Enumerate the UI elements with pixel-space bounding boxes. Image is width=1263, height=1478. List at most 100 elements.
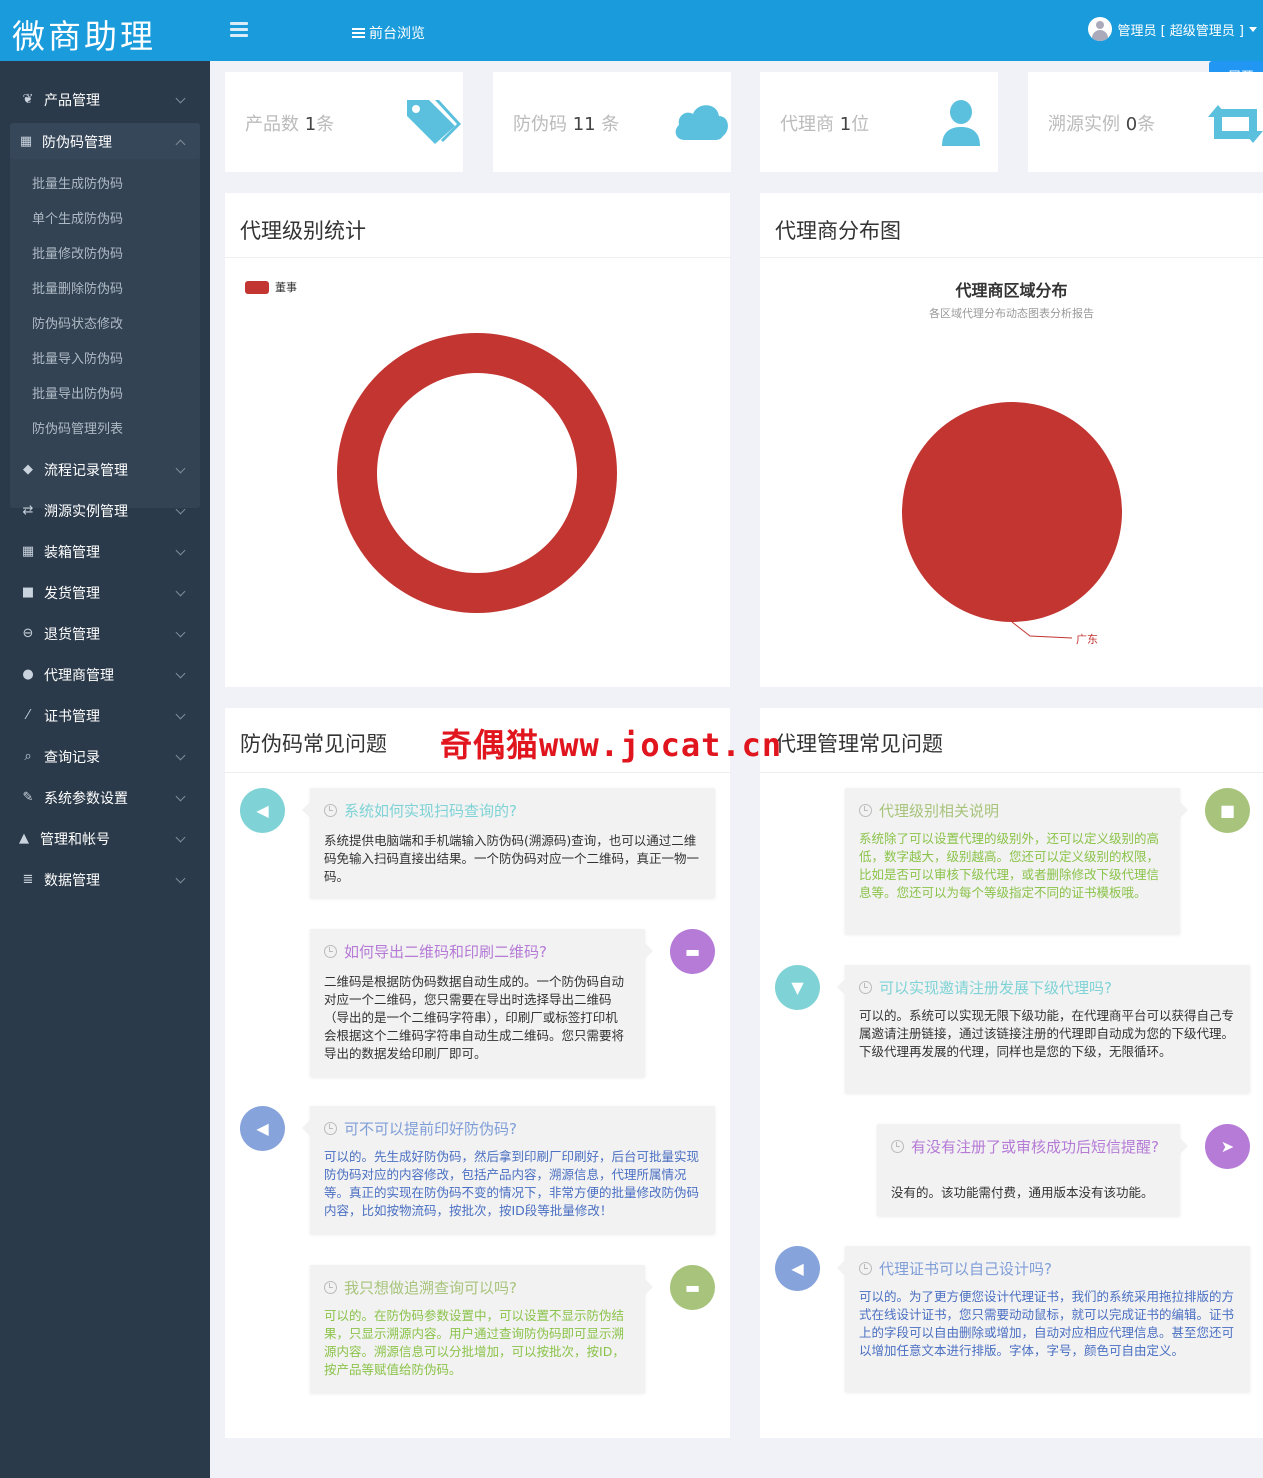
stat-text: 防伪码 11 条: [513, 110, 619, 136]
submenu-item[interactable]: 批量生成防伪码: [32, 173, 123, 192]
bubble-arrow: [645, 1279, 653, 1295]
sidebar-item-label: 流程记录管理: [44, 462, 128, 479]
submenu-item[interactable]: 防伪码状态修改: [32, 313, 123, 332]
brand-logo[interactable]: 微商助理: [12, 10, 156, 58]
sidebar-item-data[interactable]: ≣ 数据管理: [0, 859, 210, 900]
faq-answer: 可以的。在防伪码参数设置中，可以设置不显示防伪结果，只显示溯源内容。用户通过查询…: [324, 1308, 625, 1377]
stat-value: 11: [572, 114, 596, 135]
divider: [760, 772, 1263, 773]
faq-question: 可以实现邀请注册发展下级代理吗?: [859, 979, 1112, 997]
sidebar-item-query-log[interactable]: ⌕ 查询记录: [0, 736, 210, 777]
sidebar-item-anticounterfeit[interactable]: ▦ 防伪码管理: [0, 121, 210, 162]
clock-icon: [891, 1140, 904, 1153]
agent-level-panel: 代理级别统计 董事: [225, 193, 730, 687]
submenu-item[interactable]: 防伪码管理列表: [32, 418, 123, 437]
submenu-item[interactable]: 批量导出防伪码: [32, 383, 123, 402]
faq-question-text: 我只想做追溯查询可以吗?: [344, 1279, 517, 1297]
stat-label: 代理商: [780, 114, 834, 135]
faq-answer: 二维码是根据防伪码数据自动生成的。一个防伪码自动对应一个二维码，您只需要在导出时…: [324, 974, 625, 1061]
donut-chart[interactable]: [225, 193, 730, 687]
faq-item[interactable]: 有没有注册了或审核成功后短信提醒? 没有的。该功能需付费，通用版本没有该功能。: [877, 1124, 1188, 1216]
stat-label: 产品数: [245, 114, 299, 135]
sidebar-item-label: 数据管理: [44, 872, 100, 889]
book-icon: ▬: [670, 929, 715, 974]
clock-icon: [859, 804, 872, 817]
ticket-icon: ■: [1205, 788, 1250, 833]
chevron-down-icon: [175, 463, 186, 474]
sidebar-item-certificates[interactable]: ⁄ 证书管理: [0, 695, 210, 736]
sidebar-item-label: 查询记录: [44, 749, 100, 766]
rocket-icon: ➤: [1205, 1124, 1250, 1169]
sidebar-item-accounts[interactable]: ▲ 管理和帐号: [0, 818, 210, 859]
sidebar-item-label: 溯源实例管理: [44, 503, 128, 520]
faq-question: 我只想做追溯查询可以吗?: [324, 1279, 517, 1297]
pie-slice[interactable]: [337, 333, 617, 613]
sidebar-item-agents[interactable]: ● 代理商管理: [0, 654, 210, 695]
faq-answer: 可以的。先生成好防伪码，然后拿到印刷厂印刷好，后台可批量实现防伪码对应的内容修改…: [324, 1149, 700, 1218]
chevron-down-icon: [175, 750, 186, 761]
chevron-up-icon: [175, 139, 186, 150]
grid-icon: ▦: [21, 544, 35, 559]
faq-item[interactable]: 可不可以提前印好防伪码? 可以的。先生成好防伪码，然后拿到印刷厂印刷好，后台可批…: [302, 1106, 715, 1234]
chevron-down-icon: [175, 832, 186, 843]
faq-answer: 系统提供电脑端和手机端输入防伪码(溯源码)查询，也可以通过二维码免输入扫码直接出…: [324, 833, 700, 884]
stat-card-products[interactable]: 产品数 1条: [225, 72, 463, 172]
clock-icon: [324, 804, 337, 817]
stat-card-codes[interactable]: 防伪码 11 条: [493, 72, 731, 172]
stat-text: 溯源实例 0条: [1048, 110, 1155, 136]
sidebar-item-trace[interactable]: ⇄ 溯源实例管理: [0, 490, 210, 531]
watermark-text: 奇偶猫www.jocat.cn: [440, 726, 783, 764]
stat-text: 产品数 1条: [245, 110, 334, 136]
stat-label: 防伪码: [513, 114, 567, 135]
faq-answer: 系统除了可以设置代理的级别外，还可以定义级别的高低，数字越大，级别越高。您还可以…: [859, 831, 1160, 900]
caret-down-icon: [1249, 26, 1257, 32]
faq-item[interactable]: 代理证书可以自己设计吗? 可以的。为了更方便您设计代理证书，我们的系统采用拖拉排…: [837, 1246, 1250, 1392]
faq-question-text: 如何导出二维码和印刷二维码?: [344, 943, 547, 961]
stat-card-agents[interactable]: 代理商 1位: [760, 72, 998, 172]
faq-item[interactable]: 如何导出二维码和印刷二维码? 二维码是根据防伪码数据自动生成的。一个防伪码自动对…: [310, 929, 653, 1077]
sidebar-item-shipping[interactable]: ■ 发货管理: [0, 572, 210, 613]
sidebar-item-products[interactable]: ❦ 产品管理: [0, 79, 210, 120]
submenu-item[interactable]: 批量删除防伪码: [32, 278, 123, 297]
pie-chart[interactable]: [760, 193, 1263, 687]
submenu-item[interactable]: 批量修改防伪码: [32, 243, 123, 262]
clock-icon: [324, 945, 337, 958]
sidebar: ❦ 产品管理 ▦ 防伪码管理 批量生成防伪码 单个生成防伪码 批量修改防伪码 批…: [0, 61, 210, 1478]
pie-slice[interactable]: [902, 402, 1122, 622]
sidebar-item-label: 产品管理: [44, 92, 100, 109]
sidebar-item-returns[interactable]: ⊖ 退货管理: [0, 613, 210, 654]
faq-answer: 没有的。该功能需付费，通用版本没有该功能。: [891, 1185, 1154, 1200]
stat-card-trace[interactable]: 溯源实例 0条: [1028, 72, 1263, 172]
database-icon: ≣: [22, 872, 34, 887]
retweet-icon: ⇄: [22, 503, 34, 518]
faq-item[interactable]: 代理级别相关说明 系统除了可以设置代理的级别外，还可以定义级别的高低，数字越大，…: [845, 788, 1188, 934]
menu-toggle-icon[interactable]: [230, 22, 248, 38]
panel-title: 防伪码常见问题: [240, 732, 387, 756]
sidebar-item-process[interactable]: ◆ 流程记录管理: [0, 449, 210, 490]
tags-icon: [407, 100, 461, 144]
faq-question: 代理证书可以自己设计吗?: [859, 1260, 1052, 1278]
avatar: [1088, 17, 1113, 41]
faq-item[interactable]: 我只想做追溯查询可以吗? 可以的。在防伪码参数设置中，可以设置不显示防伪结果，只…: [310, 1265, 653, 1393]
user-menu[interactable]: 管理员 [ 超级管理员 ]: [1088, 17, 1257, 41]
faq-anticounterfeit-panel: 防伪码常见问题 ◀ 系统如何实现扫码查询的? 系统提供电脑端和手机端输入防伪码(…: [225, 708, 730, 1438]
faq-question: 有没有注册了或审核成功后短信提醒?: [891, 1138, 1166, 1156]
faq-item[interactable]: 可以实现邀请注册发展下级代理吗? 可以的。系统可以实现无限下级功能，在代理商平台…: [837, 965, 1250, 1093]
submenu-item[interactable]: 单个生成防伪码: [32, 208, 123, 227]
pie-slice-label: 广东: [1076, 633, 1098, 646]
sidebar-item-label: 系统参数设置: [44, 790, 128, 807]
divider: [225, 772, 730, 773]
submenu-item[interactable]: 批量导入防伪码: [32, 348, 123, 367]
sidebar-item-label: 发货管理: [44, 585, 100, 602]
faq-item[interactable]: 系统如何实现扫码查询的? 系统提供电脑端和手机端输入防伪码(溯源码)查询，也可以…: [302, 788, 715, 898]
user-icon: [942, 100, 980, 146]
stat-value: 1: [304, 114, 317, 135]
truck-icon: ■: [21, 585, 35, 600]
front-browse-label: 前台浏览: [369, 26, 425, 42]
sidebar-item-packing[interactable]: ▦ 装箱管理: [0, 531, 210, 572]
front-browse-link[interactable]: 前台浏览: [352, 23, 425, 43]
wrench-icon: ✎: [22, 790, 34, 805]
sidebar-item-label: 防伪码管理: [42, 134, 112, 151]
sidebar-item-system-settings[interactable]: ✎ 系统参数设置: [0, 777, 210, 818]
chevron-down-icon: [175, 93, 186, 104]
